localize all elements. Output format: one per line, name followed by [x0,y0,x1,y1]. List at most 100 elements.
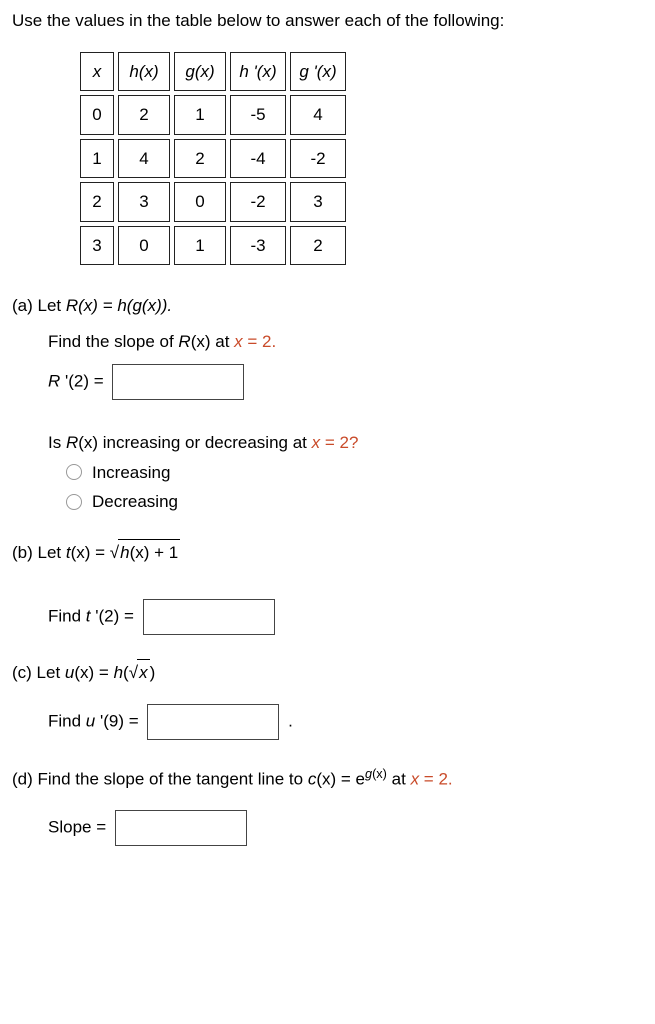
part-b: (b) Let t(x) = √h(x) + 1 Find t '(2) = [12,539,643,636]
header-hpx: h '(x) [230,52,286,92]
header-gx: g(x) [174,52,226,92]
part-a-incdec-prompt: Is R(x) increasing or decreasing at x = … [48,430,643,456]
answer-label-R: R [48,371,65,390]
part-a-definition: (a) Let R(x) = h(g(x)). [12,293,643,319]
cell: 1 [174,95,226,135]
table-header-row: x h(x) g(x) h '(x) g '(x) [80,52,346,92]
cell: 2 [290,226,346,266]
slope-label: Slope = [48,817,106,836]
part-d-label: (d) Find the slope of the tangent line t… [12,769,308,788]
answer-input-slope[interactable] [115,810,247,846]
text: (x) + 1 [130,543,179,562]
find-prefix: Find [48,711,86,730]
radio-circle-icon [66,464,82,480]
part-a-find-prompt: Find the slope of R(x) at x = 2. [48,329,643,355]
math-h: h [120,543,129,562]
cell: 3 [118,182,170,222]
radio-group-incdec: Increasing Decreasing [66,460,643,515]
header-x: x [80,52,114,92]
cell: 4 [118,139,170,179]
math-x: x [234,332,243,351]
answer-input-uprime9[interactable] [147,704,279,740]
period: . [288,711,293,730]
text: Is [48,433,66,452]
cell: -3 [230,226,286,266]
cell: -4 [230,139,286,179]
cell: 1 [80,139,114,179]
paren: ) [150,663,156,682]
table-row: 3 0 1 -3 2 [80,226,346,266]
text: (x) [372,766,387,781]
radio-label-increasing: Increasing [92,460,170,486]
value: 2? [340,433,359,452]
part-d: (d) Find the slope of the tangent line t… [12,764,643,846]
data-table: x h(x) g(x) h '(x) g '(x) 0 2 1 -5 4 1 4… [76,48,350,270]
cell: 2 [118,95,170,135]
cell: -5 [230,95,286,135]
answer-input-rprime2[interactable] [112,364,244,400]
find-prefix: Find [48,606,86,625]
radio-label-decreasing: Decreasing [92,489,178,515]
cell: 3 [80,226,114,266]
table-row: 2 3 0 -2 3 [80,182,346,222]
part-a-label: (a) Let [12,296,66,315]
radio-item-increasing[interactable]: Increasing [66,460,643,486]
text: = [320,433,339,452]
table-row: 1 4 2 -4 -2 [80,139,346,179]
math-R: R [66,296,78,315]
math-h: h [114,663,123,682]
cell: 2 [80,182,114,222]
part-a-answer-row: R '(2) = [48,364,643,400]
part-d-answer-row: Slope = [48,810,643,846]
text: (x) = e [316,769,365,788]
cell: -2 [230,182,286,222]
table-row: 0 2 1 -5 4 [80,95,346,135]
part-c-label: (c) Let [12,663,65,682]
text: at [387,769,411,788]
part-b-label: (b) Let [12,543,66,562]
answer-label: '(2) = [95,606,134,625]
math-x: x [411,769,420,788]
cell: 0 [174,182,226,222]
cell: 2 [174,139,226,179]
part-c-definition: (c) Let u(x) = h(√x) [12,659,643,686]
radio-item-decreasing[interactable]: Decreasing [66,489,643,515]
part-c-answer-row: Find u '(9) = . [48,704,643,740]
cell: 1 [174,226,226,266]
text: = [419,769,438,788]
part-a: (a) Let R(x) = h(g(x)). Find the slope o… [12,293,643,515]
math-u: u [86,711,100,730]
exponent: g(x) [365,766,387,781]
math-x: x [312,433,321,452]
cell: 0 [118,226,170,266]
math-R: R [66,433,78,452]
value: 2. [262,332,276,351]
text: (x) increasing or decreasing at [78,433,311,452]
cell: 0 [80,95,114,135]
math-u: u [65,663,74,682]
text: Find the slope of [48,332,178,351]
part-b-definition: (b) Let t(x) = √h(x) + 1 [12,539,643,566]
answer-label: '(9) = [100,711,139,730]
math-g: g [365,766,372,781]
header-hx: h(x) [118,52,170,92]
cell: -2 [290,139,346,179]
text: (x) = [71,543,110,562]
answer-input-tprime2[interactable] [143,599,275,635]
math-t: t [86,606,95,625]
radio-circle-icon [66,494,82,510]
part-c: (c) Let u(x) = h(√x) Find u '(9) = . [12,659,643,740]
answer-label: '(2) = [65,371,104,390]
cell: 3 [290,182,346,222]
text: (x) at [191,332,234,351]
part-b-answer-row: Find t '(2) = [48,599,643,635]
instruction-text: Use the values in the table below to ans… [12,8,643,34]
text: = [243,332,262,351]
sqrt-radicand: h(x) + 1 [118,539,180,566]
text: (x) = [74,663,113,682]
cell: 4 [290,95,346,135]
part-d-prompt: (d) Find the slope of the tangent line t… [12,764,643,792]
value: 2. [438,769,452,788]
math-R: R [178,332,190,351]
sqrt-radicand: x [137,659,150,686]
